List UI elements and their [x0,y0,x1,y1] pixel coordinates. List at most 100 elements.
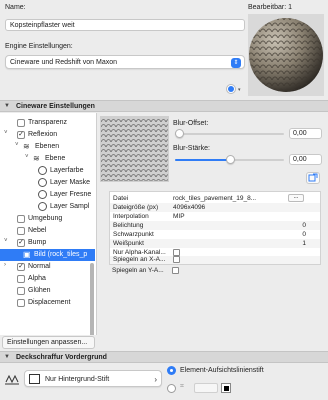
chevron-down-icon[interactable]: ˅ [15,142,19,148]
tree-item-label: Glühen [28,287,51,294]
tree-item-ebene[interactable]: ˅ ≋ Ebene [0,153,95,165]
row-value: 1 [302,240,306,247]
tree-item-gluehen[interactable]: Glühen [0,285,95,297]
browse-file-button[interactable]: ... [288,194,304,202]
checkbox[interactable] [17,215,25,223]
checkbox[interactable] [17,299,25,307]
tree-item-layerfarbe[interactable]: Layerfarbe [0,165,95,177]
row-value: MIP [173,213,185,220]
edit-texture-button[interactable] [306,172,320,184]
pen-number-field[interactable] [194,383,218,393]
table-row[interactable]: Spiegeln an Y-A... [109,266,321,276]
tree-item-ebenen[interactable]: ˅ ≋ Ebenen [0,141,95,153]
checkbox[interactable]: ✓ [17,239,25,247]
blur-offset-slider[interactable] [175,129,284,139]
row-value: 0 [302,231,306,238]
row-key: Nur Alpha-Kanal... [113,249,166,256]
tree-item-transparenz[interactable]: Transparenz [0,117,95,129]
tree-scrollbar[interactable] [90,263,94,335]
table-row[interactable]: Weißpunkt 1 [110,239,320,248]
material-preview [248,14,324,96]
table-row[interactable]: Interpolation MIP [110,212,320,221]
blur-offset-value: 0,00 [293,130,307,137]
chevron-updown-icon: ⇕ [231,58,241,68]
radio-dot [170,369,173,372]
chevron-down-icon[interactable]: ˅ [25,154,29,160]
tree-item-layer-maske[interactable]: Layer Maske [0,177,95,189]
row-key: Schwarzpunkt [113,231,154,238]
checkbox[interactable] [173,256,180,263]
tree-item-layer-sampling[interactable]: Layer Sampl [0,201,95,213]
name-field[interactable]: Kopsteinpflaster weit [5,19,245,31]
tree-item-reflexion[interactable]: ˅ ✓ Reflexion [0,129,95,141]
chevron-down-icon[interactable]: ▾ [238,87,241,93]
row-key: Spiegeln an X-A... [113,256,166,263]
engine-select[interactable]: Cineware und Redshift von Maxon ⇕ [5,55,245,69]
section-cineware[interactable]: ▼ Cineware Einstellungen [0,100,328,112]
chevron-down-icon[interactable]: ˅ [4,130,8,136]
layer-channel-icon [38,202,47,211]
tree-item-normal[interactable]: › ✓ Normal [0,261,95,273]
checkbox[interactable]: ✓ [17,263,25,271]
tree-item-nebel[interactable]: Nebel [0,225,95,237]
image-icon: ▣ [23,250,31,259]
tree-item-bild[interactable]: ▣ Bild (rock_tiles_p [0,249,95,261]
edit-icon [308,173,318,182]
table-row[interactable]: Spiegeln an X-A... [110,256,320,264]
blur-strength-field[interactable]: 0,00 [289,154,322,165]
row-value: rock_tiles_pavement_19_8... [173,195,257,202]
checkbox[interactable] [17,119,25,127]
row-key: Datei [113,195,129,202]
checkbox[interactable] [17,227,25,235]
pen-color-swatch[interactable] [221,383,231,393]
row-key: Interpolation [113,213,149,220]
tree-item-label: Nebel [28,227,47,234]
chevron-right-icon[interactable]: › [4,262,6,268]
row-key: Weißpunkt [113,240,144,247]
checkbox[interactable] [17,287,25,295]
tree-item-label: Normal [28,263,51,270]
blur-strength-slider[interactable] [175,155,284,165]
slider-knob[interactable] [226,155,235,164]
pen-select[interactable]: Nur Hintergrund-Stift › [24,370,162,387]
preview-options-icon[interactable] [226,84,236,94]
tree-item-bump[interactable]: ˅ ✓ Bump [0,237,95,249]
blur-offset-field[interactable]: 0,00 [289,128,322,139]
table-row[interactable]: Dateigröße (px) 4096x4096 [110,203,320,212]
blur-offset-label: Blur-Offset: [173,120,209,127]
layer-channel-icon [38,190,47,199]
texture-thumbnail [100,116,169,182]
adjust-settings-button[interactable]: Einstellungen anpassen... [2,336,95,349]
chevron-down-icon[interactable]: ˅ [4,238,8,244]
editor-label: Bearbeitbar: 1 [248,4,292,11]
channel-tree[interactable]: Transparenz ˅ ✓ Reflexion ˅ ≋ Ebenen ˅ ≋… [0,113,97,335]
tree-item-alpha[interactable]: Alpha [0,273,95,285]
row-key: Belichtung [113,222,144,229]
tree-item-umgebung[interactable]: Umgebung [0,213,95,225]
pen-icon: ⌗ [180,383,184,390]
table-row[interactable]: Belichtung 0 [110,221,320,230]
pen-select-value: Nur Hintergrund-Stift [45,376,110,383]
table-row[interactable]: Datei rock_tiles_pavement_19_8... ... [110,194,320,203]
pen-color-fill [224,386,229,391]
table-row[interactable]: Schwarzpunkt 0 [110,230,320,239]
tree-item-label: Layer Maske [50,179,91,186]
checkbox[interactable] [172,267,179,274]
slider-knob[interactable] [175,129,184,138]
checkbox[interactable] [173,249,180,256]
layer-channel-icon [38,166,47,175]
section-cineware-title: Cineware Einstellungen [16,103,95,110]
radio-custom-pen[interactable] [167,384,176,393]
tree-item-label: Ebene [45,155,66,162]
tree-item-displacement[interactable]: Displacement [0,297,95,309]
row-value: 4096x4096 [173,204,206,211]
checkbox[interactable]: ✓ [17,131,25,139]
tree-item-layer-fresnel[interactable]: Layer Fresne [0,189,95,201]
radio-element-pen[interactable] [167,366,176,375]
section-deckschraffur[interactable]: ▼ Deckschraffur Vordergrund [0,351,328,363]
tree-item-label: Layer Sampl [50,203,90,210]
blur-strength-label: Blur-Stärke: [173,145,210,152]
row-value: 0 [302,222,306,229]
layer-channel-icon [38,178,47,187]
checkbox[interactable] [17,275,25,283]
